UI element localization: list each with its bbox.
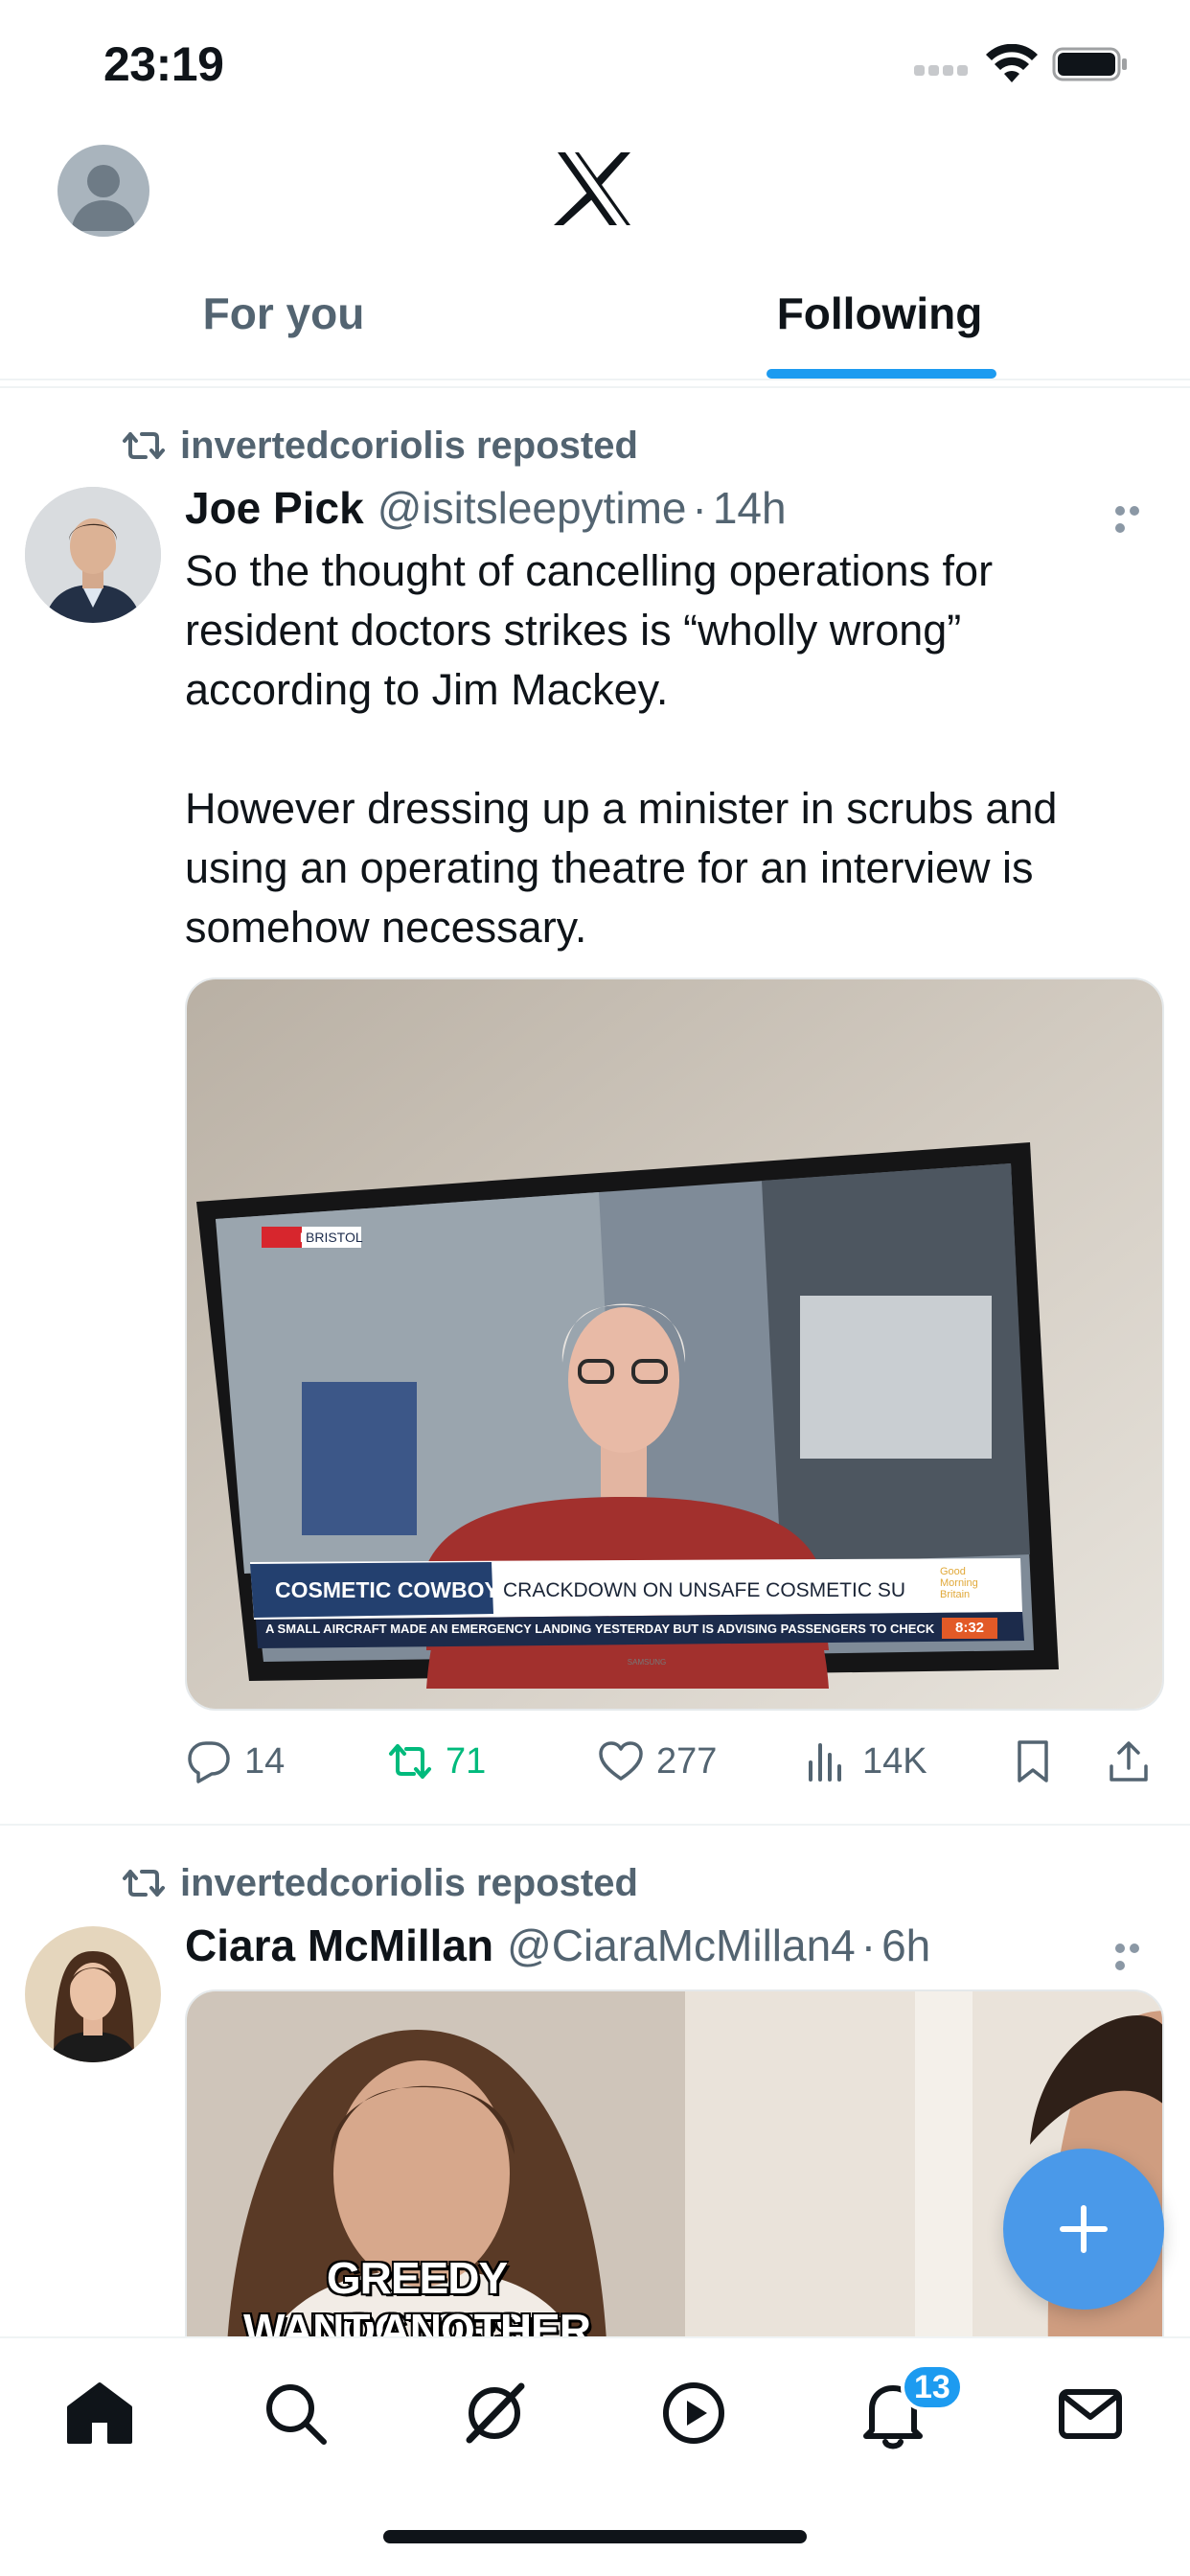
tweet-header: Ciara McMillan @CiaraMcMillan4 · 6h: [185, 1917, 930, 1974]
grok-icon: [466, 2382, 525, 2444]
search-icon: [266, 2384, 327, 2445]
tweet-time[interactable]: 6h: [881, 1920, 930, 1971]
repost-label: invertedcoriolis reposted: [180, 1861, 638, 1904]
plus-icon: [1060, 2205, 1108, 2253]
nav-grok[interactable]: [454, 2373, 535, 2453]
nav-video[interactable]: [653, 2373, 734, 2453]
tweet[interactable]: invertedcoriolis reposted Ciara McMillan…: [0, 0, 1190, 2402]
notifications-badge: 13: [901, 2363, 964, 2411]
nav-home[interactable]: [59, 2373, 140, 2453]
video-icon: [663, 2382, 724, 2444]
repost-icon: [123, 1870, 165, 1897]
avatar-photo: [25, 1926, 161, 2062]
repost-indicator: invertedcoriolis reposted: [121, 1859, 638, 1907]
author-name[interactable]: Ciara McMillan: [185, 1920, 493, 1971]
more-options-icon[interactable]: [1115, 1941, 1157, 1970]
nav-search[interactable]: [255, 2373, 335, 2453]
home-indicator[interactable]: [383, 2530, 807, 2543]
messages-icon: [1059, 2389, 1122, 2439]
avatar[interactable]: [25, 1926, 161, 2062]
separator-dot: ·: [860, 1920, 877, 1970]
nav-messages[interactable]: [1050, 2373, 1131, 2453]
compose-button[interactable]: [1003, 2149, 1164, 2310]
home-icon: [67, 2382, 132, 2444]
author-handle[interactable]: @CiaraMcMillan4: [507, 1920, 856, 1971]
